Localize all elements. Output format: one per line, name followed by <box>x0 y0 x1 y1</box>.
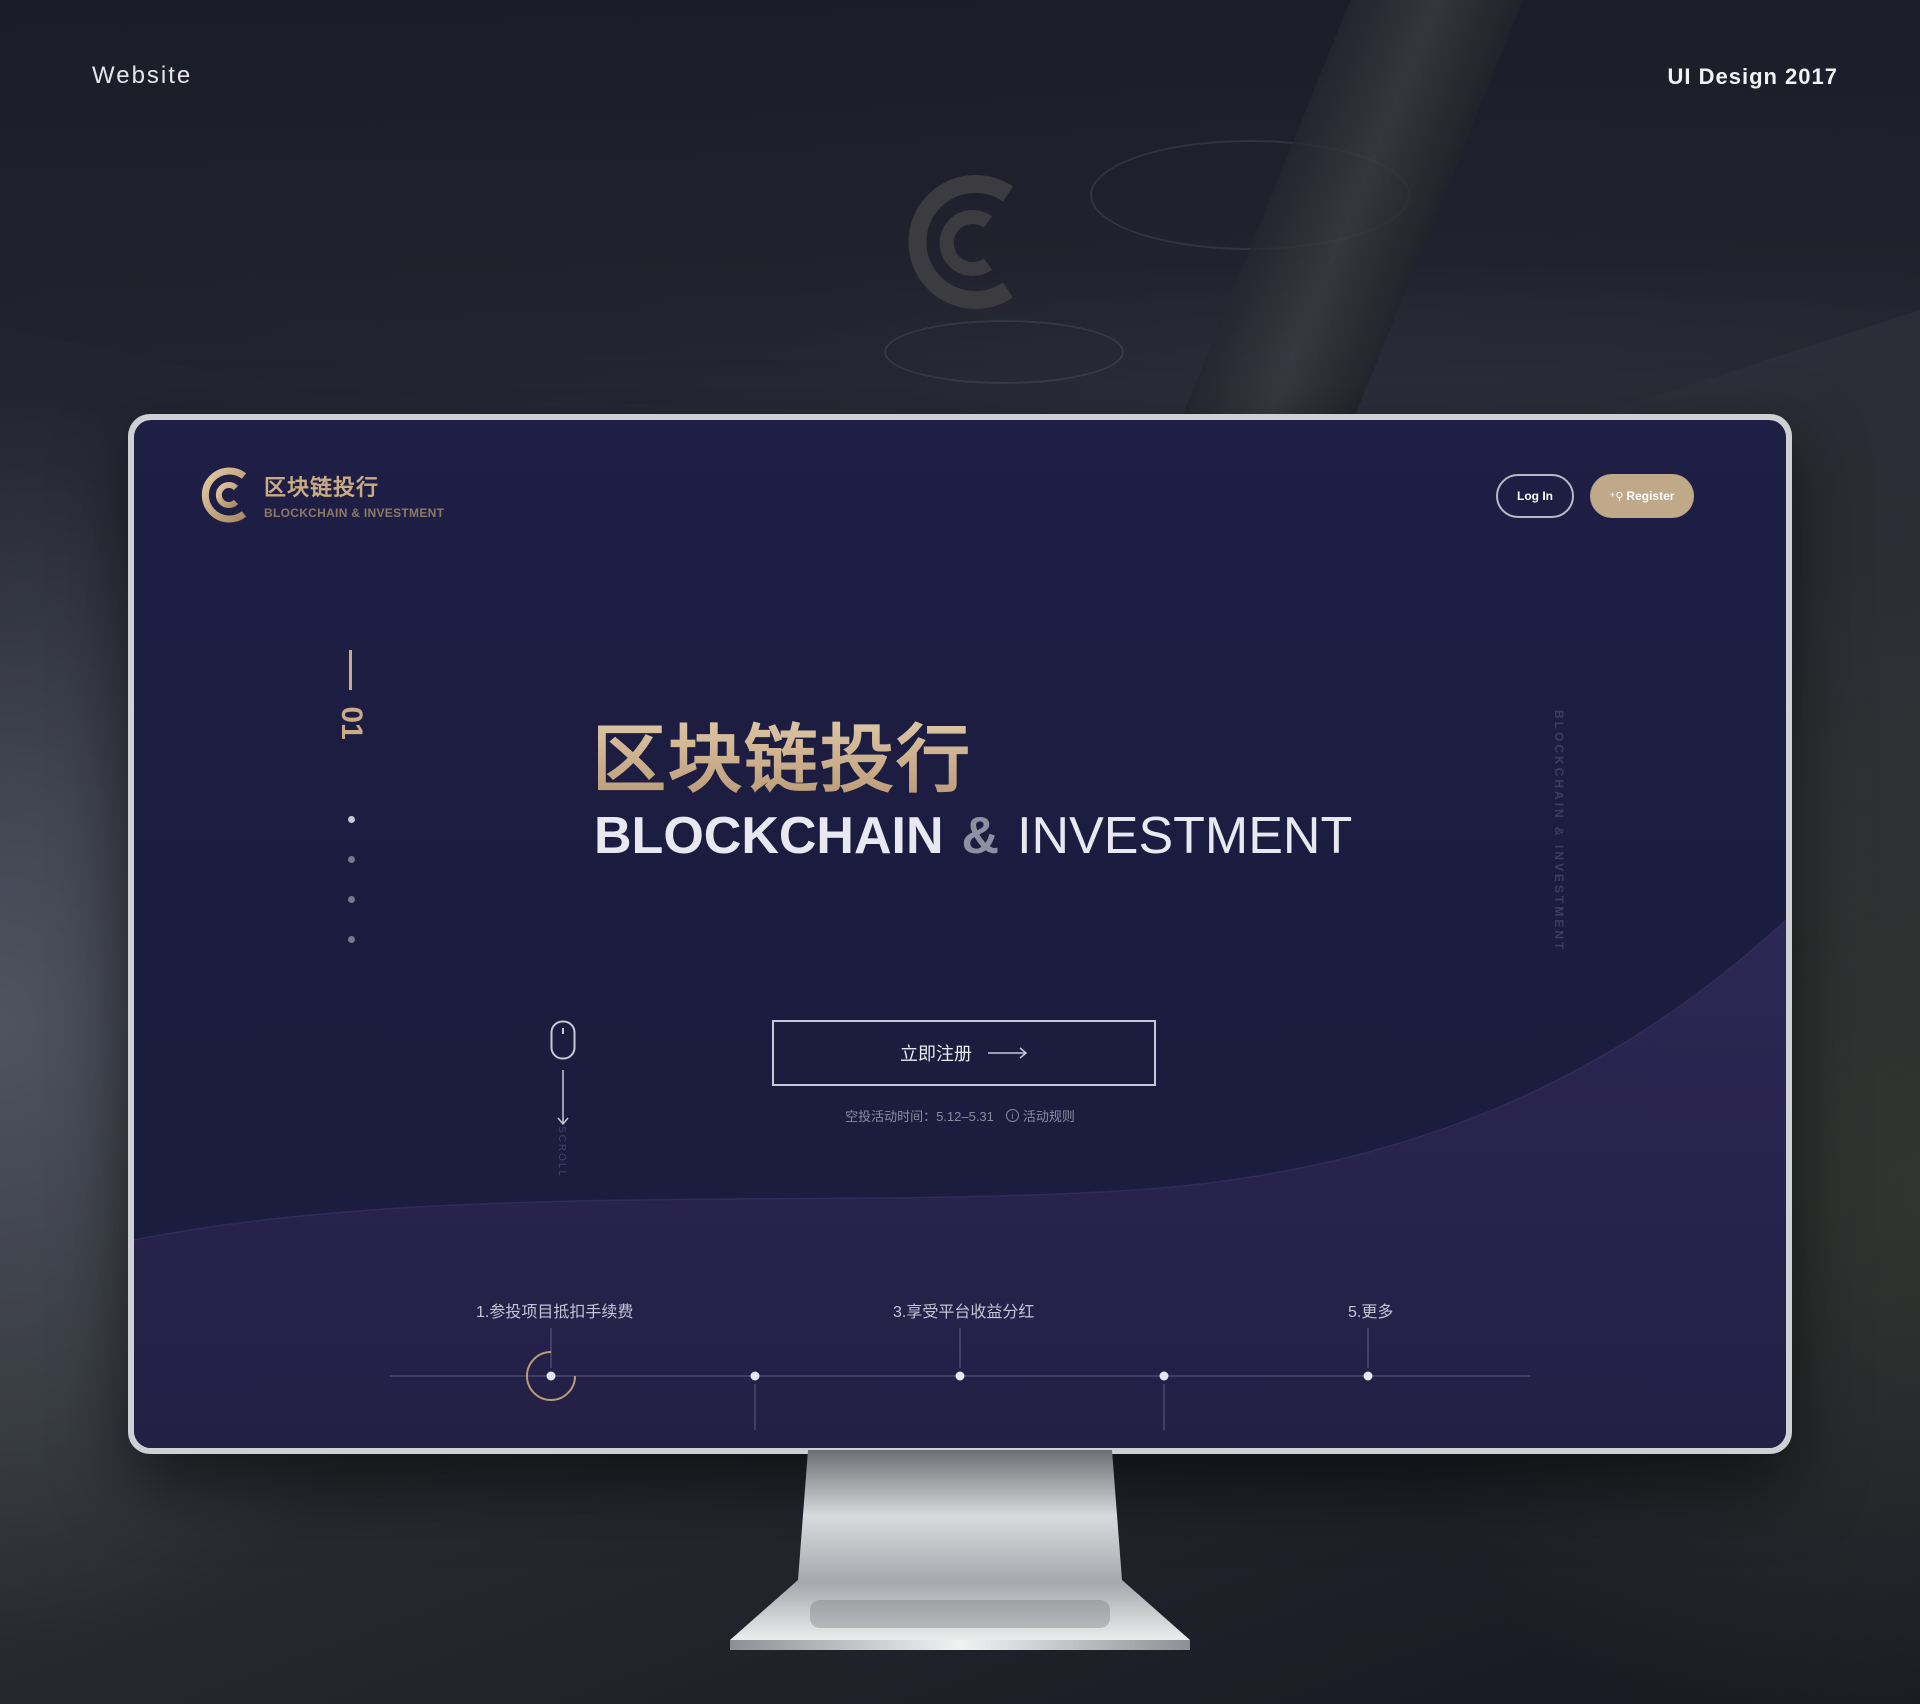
timeline-label[interactable]: 1.参投项目抵扣手续费 <box>476 1298 633 1322</box>
timeline-label[interactable]: 3.享受平台收益分红 <box>893 1298 1034 1322</box>
benefits-timeline <box>390 1328 1530 1430</box>
timeline-node <box>955 1371 965 1381</box>
monitor-frame: 区块链投行 BLOCKCHAIN & INVESTMENT Log In ⁺⚲ … <box>128 414 1792 1454</box>
website-screen: 区块链投行 BLOCKCHAIN & INVESTMENT Log In ⁺⚲ … <box>134 420 1786 1448</box>
corner-label-right: UI Design 2017 <box>1667 64 1838 89</box>
timeline-node <box>1363 1371 1373 1381</box>
watermark-logo-icon <box>908 175 1014 309</box>
timeline-label[interactable]: 5.更多 <box>1348 1298 1393 1322</box>
monitor-stand <box>730 1450 1190 1650</box>
timeline-node <box>546 1371 556 1381</box>
timeline-node <box>1159 1371 1169 1381</box>
corner-label-left: Website <box>92 62 193 89</box>
background-scene: Website UI Design 2017 区块链投行 BLOCKCHAIN … <box>0 0 1920 1704</box>
timeline-node <box>750 1371 760 1381</box>
wing-panel-oval <box>884 320 1124 384</box>
